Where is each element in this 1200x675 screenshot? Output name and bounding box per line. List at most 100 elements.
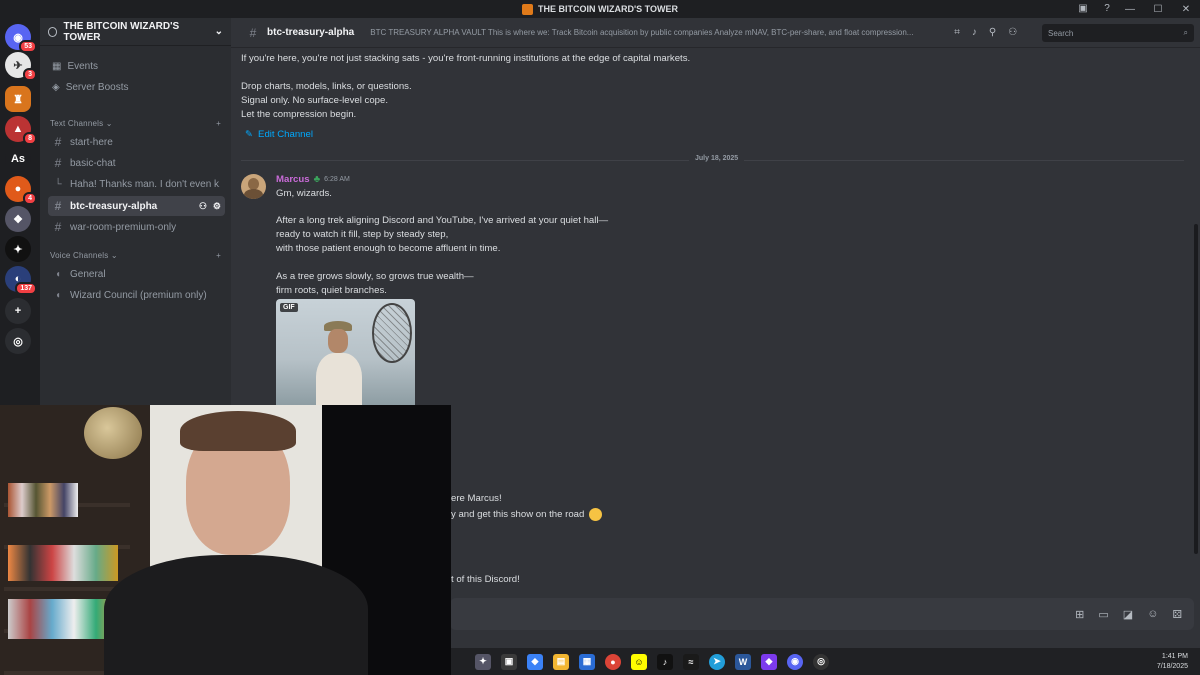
maximize-button[interactable]: ☐ — [1144, 0, 1172, 18]
help-icon[interactable]: ? — [1100, 1, 1114, 15]
server-icon[interactable]: ❖ — [5, 206, 31, 232]
close-button[interactable]: ✕ — [1172, 0, 1200, 18]
system-clock[interactable]: 1:41 PM 7/18/2025 — [1157, 652, 1188, 672]
avatar[interactable] — [241, 174, 266, 199]
message-line: firm roots, quiet branches. — [276, 285, 387, 296]
store-icon[interactable]: ▦ — [579, 653, 595, 670]
composer-actions: ⊞ ▭ ◪ ☺ ⚄ — [1075, 608, 1182, 621]
sidebar-item-thread[interactable]: └ Haha! Thanks man. I don't even k... — [48, 174, 225, 194]
obs-icon[interactable]: ◎ — [813, 653, 829, 670]
word-icon[interactable]: W — [735, 653, 751, 670]
message-line: As a tree grows slowly, so grows true we… — [276, 271, 474, 282]
title-bar: THE BITCOIN WIZARD'S TOWER — [0, 0, 1200, 18]
telegram-icon[interactable]: ➤ — [709, 653, 725, 670]
role-icon: ♣ — [313, 174, 321, 185]
sidebar-item-war-room[interactable]: # war-room-premium-only — [48, 217, 225, 237]
message-line: Gm, wizards. — [276, 188, 332, 199]
badge: 53 — [19, 40, 37, 53]
invite-icon[interactable]: ⚇ — [199, 201, 207, 212]
channel-topic[interactable]: BTC TREASURY ALPHA VAULT This is where w… — [370, 28, 940, 37]
copilot-icon[interactable]: ◆ — [527, 653, 543, 670]
partial-reply: ere Marcus! — [451, 493, 502, 504]
header-actions: ⌗ ♪ ⚲ ⚇ — [954, 27, 1017, 38]
sidebar-item-btc-treasury-alpha[interactable]: # btc-treasury-alpha ⚇ ⚙ — [48, 196, 225, 216]
scrollbar[interactable] — [1194, 224, 1198, 554]
server-icon[interactable]: ✦ — [5, 236, 31, 262]
sidebar-item-label: Wizard Council (premium only) — [70, 289, 207, 301]
partial-reply: t of this Discord! — [451, 574, 520, 585]
intro-line: If you're here, you're not just stacking… — [241, 53, 691, 64]
bell-icon[interactable]: ♪ — [972, 27, 977, 38]
minimize-button[interactable]: — — [1116, 0, 1144, 18]
speaker-icon: ◖ — [54, 268, 62, 280]
sidebar-item-wizard-council[interactable]: ◖ Wizard Council (premium only) — [48, 285, 225, 305]
explore-icon[interactable]: ◎ — [5, 328, 31, 354]
server-header[interactable]: THE BITCOIN WIZARD'S TOWER ⌄ — [40, 18, 231, 46]
sidebar-item-label: Server Boosts — [65, 81, 129, 93]
channel-name: btc-treasury-alpha — [267, 27, 355, 38]
add-server-icon[interactable]: + — [5, 298, 31, 324]
server-icon[interactable]: ✈ 3 — [5, 52, 37, 81]
clock-time: 1:41 PM — [1161, 653, 1188, 660]
message-composer[interactable]: ⊞ ▭ ◪ ☺ ⚄ — [450, 598, 1194, 630]
hash-icon: # — [54, 199, 62, 213]
category-label: Voice Channels — [50, 251, 109, 260]
server-icon[interactable]: ◐ 137 — [5, 266, 37, 295]
chrome-icon[interactable]: ● — [605, 653, 621, 670]
pin-icon[interactable]: ⚲ — [989, 27, 996, 38]
threads-icon[interactable]: ⌗ — [954, 27, 960, 38]
pencil-icon: ✎ — [245, 129, 254, 140]
message-line: After a long trek aligning Discord and Y… — [276, 215, 609, 226]
tiktok-icon[interactable]: ♪ — [657, 653, 673, 670]
server-icon[interactable]: ▲ 8 — [5, 116, 37, 145]
sidebar-item-basic-chat[interactable]: # basic-chat — [48, 153, 225, 173]
gear-icon[interactable]: ⚙ — [213, 201, 221, 212]
sticker-icon[interactable]: ◪ — [1123, 608, 1133, 621]
window-controls: — ☐ ✕ — [1116, 0, 1200, 18]
add-channel-icon[interactable]: + — [216, 119, 221, 128]
intro-line: Let the compression begin. — [241, 109, 357, 120]
snapchat-icon[interactable]: ☺ — [631, 653, 647, 670]
app-icon[interactable]: ≈ — [683, 653, 699, 670]
boost-icon: ◈ — [52, 81, 60, 93]
proton-icon[interactable]: ◆ — [761, 653, 777, 670]
edit-channel-link[interactable]: ✎ Edit Channel — [245, 129, 313, 140]
sidebar-item-label: Haha! Thanks man. I don't even k... — [70, 178, 220, 190]
task-view-icon[interactable]: ▣ — [501, 653, 517, 670]
hash-icon: # — [54, 220, 62, 234]
server-wizard-tower[interactable]: ♜ — [5, 86, 31, 112]
file-explorer-icon[interactable]: ▤ — [553, 653, 569, 670]
members-icon[interactable]: ⚇ — [1008, 27, 1017, 38]
discord-taskbar-icon[interactable]: ◉ — [787, 653, 803, 670]
emoji-icon[interactable]: ☺ — [1147, 608, 1158, 621]
add-channel-icon[interactable]: + — [216, 251, 221, 260]
gift-icon[interactable]: ⊞ — [1075, 608, 1084, 621]
discord-home-icon[interactable]: ◉ 53 — [5, 24, 37, 53]
calendar-icon: ▦ — [52, 60, 62, 72]
server-initials[interactable]: As — [5, 146, 31, 172]
badge: 3 — [23, 68, 37, 81]
gif-embed[interactable]: GIF — [276, 299, 415, 409]
partial-reply: y and get this show on the road — [451, 508, 603, 522]
search-placeholder: Search — [1048, 28, 1074, 38]
gif-icon[interactable]: ▭ — [1098, 608, 1108, 621]
sidebar-item-boosts[interactable]: ◈ Server Boosts — [48, 77, 225, 97]
voice-channels-category[interactable]: Voice Channels ⌄ + — [50, 251, 221, 260]
apps-icon[interactable]: ⚄ — [1172, 608, 1182, 621]
date-label: July 18, 2025 — [689, 155, 745, 162]
message-line: with those patient enough to become affl… — [276, 243, 501, 254]
text-channels-category[interactable]: Text Channels ⌄ + — [50, 119, 221, 128]
inbox-icon[interactable]: ▣ — [1076, 1, 1090, 15]
webcam-overlay — [0, 405, 451, 675]
server-icon[interactable]: ● 4 — [5, 176, 37, 205]
author-name: Marcus — [276, 174, 310, 185]
message-author[interactable]: Marcus ♣ 6:28 AM — [276, 174, 350, 185]
search-input[interactable]: Search ⌕ — [1042, 24, 1194, 42]
search-icon: ⌕ — [1183, 28, 1188, 37]
channel-header: # btc-treasury-alpha BTC TREASURY ALPHA … — [231, 18, 1200, 48]
partial-reply-text: y and get this show on the road — [451, 509, 585, 521]
sidebar-item-events[interactable]: ▦ Events — [48, 56, 225, 76]
sidebar-item-start-here[interactable]: # start-here — [48, 132, 225, 152]
bird-app-icon[interactable]: ✦ — [475, 653, 491, 670]
sidebar-item-general[interactable]: ◖ General — [48, 264, 225, 284]
